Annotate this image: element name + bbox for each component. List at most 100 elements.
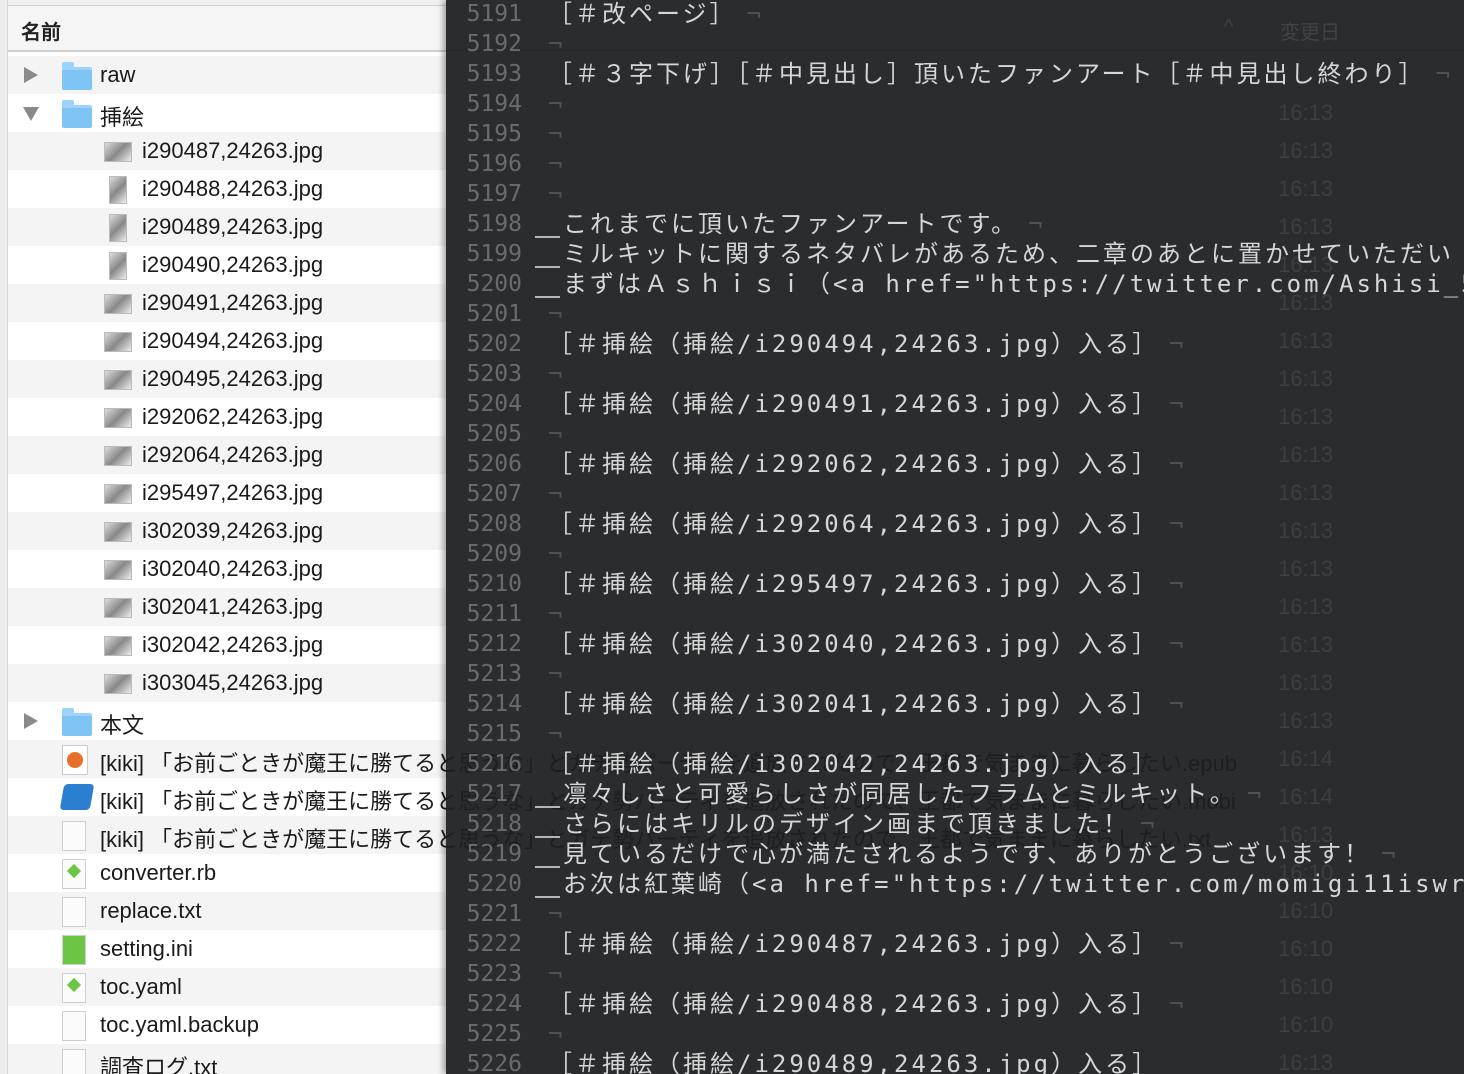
file-row[interactable]: i302039,24263.jpg [8, 512, 446, 550]
file-name: [kiki] 「お前ごときが魔王に勝てると思うな」とガチ勢パーティを追放されたの… [100, 789, 446, 814]
file-row[interactable]: converter.rb [8, 854, 446, 892]
line-content: ［＃挿絵（挿絵/i302041,24263.jpg）入る］ ¬ [548, 689, 1184, 719]
file-row[interactable]: toc.yaml.backup [8, 1006, 446, 1044]
editor-line[interactable]: 5216 ［＃挿絵（挿絵/i302042,24263.jpg）入る］ [446, 749, 1464, 779]
file-name: i302040,24263.jpg [142, 556, 324, 581]
disclosure-collapsed-icon[interactable] [24, 67, 38, 83]
file-row[interactable]: i292062,24263.jpg [8, 398, 446, 436]
end-of-line-marker: ¬ [548, 180, 563, 208]
column-header-name[interactable]: 名前 [8, 6, 446, 52]
editor-line[interactable]: 5200 まずはＡｓｈｉｓｉ（<a href="https://twitter.c… [446, 269, 1464, 299]
editor-line[interactable]: 5224 ［＃挿絵（挿絵/i290488,24263.jpg）入る］ ¬ [446, 989, 1464, 1019]
folder-row[interactable]: raw [8, 56, 446, 94]
line-content: ¬ [538, 479, 562, 509]
editor-line[interactable]: 5210 ［＃挿絵（挿絵/i295497,24263.jpg）入る］ ¬ [446, 569, 1464, 599]
line-content: ［＃挿絵（挿絵/i302042,24263.jpg）入る］ [548, 749, 1159, 779]
line-number: 5210 [466, 571, 522, 597]
line-content: ¬ [538, 359, 562, 389]
line-number: 5198 [466, 211, 522, 237]
image-thumbnail-icon [104, 636, 132, 656]
end-of-line-marker: ¬ [548, 480, 563, 508]
fullwidth-space-marker [535, 266, 560, 268]
editor-line[interactable]: 5201 ¬ [446, 299, 1464, 329]
line-text: ［＃挿絵（挿絵/i290488,24263.jpg）入る］ [548, 990, 1160, 1018]
text-file-icon [62, 897, 86, 927]
file-row[interactable]: [kiki] 「お前ごときが魔王に勝てると思うな」とガチ勢パーティを追放されたの… [8, 816, 446, 854]
file-row[interactable]: i302041,24263.jpg [8, 588, 446, 626]
editor-line[interactable]: 5197 ¬ [446, 179, 1464, 209]
end-of-line-marker: ¬ [548, 30, 563, 58]
line-text: これまでに頂いたファンアートです。 [563, 210, 1019, 238]
editor-line[interactable]: 5202 ［＃挿絵（挿絵/i290494,24263.jpg）入る］ ¬ [446, 329, 1464, 359]
editor-line[interactable]: 5213 ¬ [446, 659, 1464, 689]
editor-line[interactable]: 5225 ¬ [446, 1019, 1464, 1049]
disclosure-expanded-icon[interactable] [23, 107, 39, 121]
editor-line[interactable]: 5217 凛々しさと可愛らしさが同居したフラムとミルキット。 ¬ [446, 779, 1464, 809]
file-row[interactable]: i303045,24263.jpg [8, 664, 446, 702]
end-of-line-marker: ¬ [548, 720, 563, 748]
file-row[interactable]: i290488,24263.jpg [8, 170, 446, 208]
editor-line[interactable]: 5191 ［＃改ページ］ ¬ [446, 0, 1464, 29]
folder-row[interactable]: 挿絵 [8, 94, 446, 132]
line-content: 見ているだけで心が満たされるようです、ありがとうございます！ ¬ [563, 839, 1396, 869]
file-row[interactable]: replace.txt [8, 892, 446, 930]
editor-line[interactable]: 5222 ［＃挿絵（挿絵/i290487,24263.jpg）入る］ ¬ [446, 929, 1464, 959]
file-row[interactable]: toc.yaml [8, 968, 446, 1006]
line-content: 凛々しさと可愛らしさが同居したフラムとミルキット。 ¬ [563, 779, 1261, 809]
file-row[interactable]: i290491,24263.jpg [8, 284, 446, 322]
editor-line[interactable]: 5198 これまでに頂いたファンアートです。 ¬ [446, 209, 1464, 239]
image-thumbnail-icon [104, 522, 132, 542]
folder-row[interactable]: 本文 [8, 702, 446, 740]
file-row[interactable]: setting.ini [8, 930, 446, 968]
file-row[interactable]: i290489,24263.jpg [8, 208, 446, 246]
disclosure-collapsed-icon[interactable] [24, 713, 38, 729]
file-name: i303045,24263.jpg [142, 670, 324, 695]
editor-line[interactable]: 5209 ¬ [446, 539, 1464, 569]
editor-line[interactable]: 5219 見ているだけで心が満たされるようです、ありがとうございます！ ¬ [446, 839, 1464, 869]
file-row[interactable]: [kiki] 「お前ごときが魔王に勝てると思うな」とガチ勢パーティを追放されたの… [8, 778, 446, 816]
file-row[interactable]: i290487,24263.jpg [8, 132, 446, 170]
editor-line[interactable]: 5215 ¬ [446, 719, 1464, 749]
file-name: toc.yaml [100, 974, 182, 999]
file-row[interactable]: i302042,24263.jpg [8, 626, 446, 664]
line-number: 5217 [466, 781, 522, 807]
file-row[interactable]: i290494,24263.jpg [8, 322, 446, 360]
editor-line[interactable]: 5193 ［＃３字下げ］［＃中見出し］頂いたファンアート［＃中見出し終わり］ ¬ [446, 59, 1464, 89]
kindle-book-icon [59, 784, 95, 810]
file-row[interactable]: i290495,24263.jpg [8, 360, 446, 398]
file-row[interactable]: [kiki] 「お前ごときが魔王に勝てると思うな」とガチ勢パーティを追放されたの… [8, 740, 446, 778]
editor-line[interactable]: 5208 ［＃挿絵（挿絵/i292064,24263.jpg）入る］ ¬ [446, 509, 1464, 539]
editor-line[interactable]: 5220 お次は紅葉崎（<a href="https://twitter.com/… [446, 869, 1464, 899]
editor-line[interactable]: 5214 ［＃挿絵（挿絵/i302041,24263.jpg）入る］ ¬ [446, 689, 1464, 719]
editor-line[interactable]: 5194 ¬ [446, 89, 1464, 119]
editor-line[interactable]: 5226 ［＃挿絵（挿絵/i290489,24263.jpg）入る］ [446, 1049, 1464, 1074]
file-row[interactable]: i302040,24263.jpg [8, 550, 446, 588]
editor-line[interactable]: 5221 ¬ [446, 899, 1464, 929]
editor-line[interactable]: 5192 ¬ [446, 29, 1464, 59]
end-of-line-marker: ¬ [1169, 390, 1184, 418]
text-editor[interactable]: ^ 変更日 16:13 16:13 16:13 16:13 16:13 16:13 16:1… [446, 0, 1464, 1074]
line-number: 5203 [466, 361, 522, 387]
file-row[interactable]: i292064,24263.jpg [8, 436, 446, 474]
editor-line[interactable]: 5196 ¬ [446, 149, 1464, 179]
editor-line[interactable]: 5205 ¬ [446, 419, 1464, 449]
editor-line[interactable]: 5195 ¬ [446, 119, 1464, 149]
editor-line[interactable]: 5206 ［＃挿絵（挿絵/i292062,24263.jpg）入る］ ¬ [446, 449, 1464, 479]
editor-line[interactable]: 5204 ［＃挿絵（挿絵/i290491,24263.jpg）入る］ ¬ [446, 389, 1464, 419]
file-name: replace.txt [100, 898, 202, 923]
file-row[interactable]: i290490,24263.jpg [8, 246, 446, 284]
editor-line[interactable]: 5218 さらにはキリルのデザイン画まで頂きました！ ¬ [446, 809, 1464, 839]
file-row[interactable]: 調査ログ.txt [8, 1044, 446, 1074]
editor-line[interactable]: 5223 ¬ [446, 959, 1464, 989]
image-thumbnail-icon [109, 252, 127, 280]
editor-line[interactable]: 5199 ミルキットに関するネタバレがあるため、二章のあとに置かせていただい [446, 239, 1464, 269]
line-text: ［＃挿絵（挿絵/i302041,24263.jpg）入る］ [548, 690, 1160, 718]
editor-line[interactable]: 5211 ¬ [446, 599, 1464, 629]
editor-line[interactable]: 5203 ¬ [446, 359, 1464, 389]
editor-line[interactable]: 5212 ［＃挿絵（挿絵/i302040,24263.jpg）入る］ ¬ [446, 629, 1464, 659]
line-content: ¬ [538, 599, 562, 629]
file-row[interactable]: i295497,24263.jpg [8, 474, 446, 512]
line-content: ［＃挿絵（挿絵/i292062,24263.jpg）入る］ ¬ [548, 449, 1184, 479]
editor-line[interactable]: 5207 ¬ [446, 479, 1464, 509]
line-content: ［＃挿絵（挿絵/i290489,24263.jpg）入る］ [548, 1049, 1159, 1074]
